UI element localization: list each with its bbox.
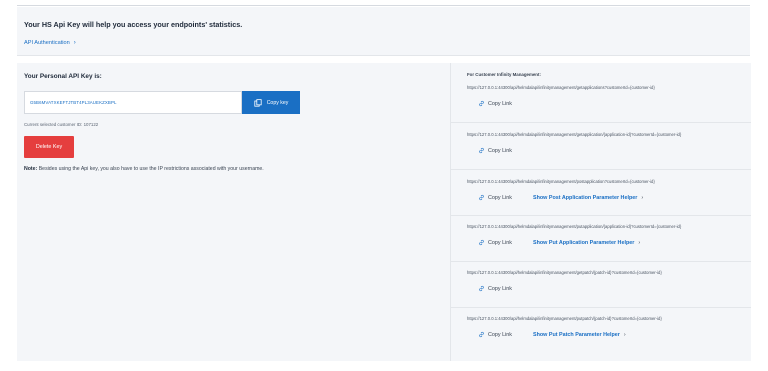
customer-id-value: 107122	[83, 122, 99, 127]
copy-link-button[interactable]: Copy Link	[478, 285, 512, 292]
copy-link-label: Copy Link	[488, 239, 512, 246]
endpoint-url: https://127.0.0.1:44300/api/helmdalapi/i…	[467, 270, 662, 275]
endpoint-item: https://127.0.0.1:44300/api/helmdalapi/i…	[451, 307, 751, 353]
api-key-heading: Your Personal API Key is:	[24, 73, 102, 80]
post-application-helper-link[interactable]: Show Post Application Parameter Helper ›	[533, 195, 643, 201]
copy-key-label: Copy key	[266, 99, 289, 106]
endpoint-item: https://127.0.0.1:44300/api/helmdalapi/i…	[451, 215, 751, 261]
chevron-right-icon: ›	[638, 239, 641, 246]
endpoint-url: https://127.0.0.1:44300/api/helmdalapi/i…	[467, 316, 662, 321]
api-authentication-label: API Authentication	[24, 40, 70, 46]
endpoint-url: https://127.0.0.1:44300/api/helmdalapi/i…	[467, 85, 655, 90]
endpoint-url: https://127.0.0.1:44300/api/helmdalapi/i…	[467, 132, 682, 137]
copy-link-label: Copy Link	[488, 331, 512, 338]
put-application-helper-link[interactable]: Show Put Application Parameter Helper ›	[533, 240, 640, 246]
page-title: Your HS Api Key will help you access you…	[24, 20, 243, 29]
copy-link-label: Copy Link	[488, 194, 512, 201]
endpoints-panel: For Customer Infinity Management: https:…	[450, 63, 751, 361]
helper-label: Show Put Patch Parameter Helper	[532, 331, 620, 338]
note-text: Note: Besides using the Api key, you als…	[24, 166, 264, 172]
helper-label: Show Put Application Parameter Helper	[532, 239, 635, 246]
chevron-right-icon: ›	[73, 40, 76, 46]
link-icon	[479, 147, 484, 154]
copy-link-button[interactable]: Copy Link	[478, 239, 512, 246]
chevron-right-icon: ›	[641, 194, 644, 201]
api-key-value: G5B6MVATXKEFTJTBT4PL3AUEKZXBPL	[30, 100, 117, 105]
link-icon	[479, 239, 484, 246]
copy-link-button[interactable]: Copy Link	[478, 194, 512, 201]
copy-link-button[interactable]: Copy Link	[478, 100, 512, 107]
endpoint-item: https://127.0.0.1:44300/api/helmdalapi/i…	[451, 123, 751, 169]
api-authentication-link[interactable]: API Authentication ›	[24, 40, 76, 46]
helper-label: Show Post Application Parameter Helper	[532, 194, 638, 201]
copy-link-label: Copy Link	[488, 100, 512, 107]
link-icon	[479, 194, 484, 201]
chevron-right-icon: ›	[623, 331, 626, 338]
copy-icon	[254, 98, 262, 107]
copy-key-button[interactable]: Copy key	[242, 91, 300, 114]
api-key-panel: Your Personal API Key is: G5B6MVATXKEFTJ…	[17, 63, 450, 361]
copy-link-button[interactable]: Copy Link	[478, 147, 512, 154]
note-body: Besides using the Api key, you also have…	[38, 166, 264, 172]
link-icon	[479, 285, 484, 292]
note-label: Note:	[24, 166, 38, 172]
put-patch-helper-link[interactable]: Show Put Patch Parameter Helper ›	[533, 332, 626, 338]
customer-id-line: Current selected customer ID: 107122	[24, 122, 98, 127]
copy-link-label: Copy Link	[488, 147, 512, 154]
link-icon	[479, 100, 484, 107]
api-key-field[interactable]: G5B6MVATXKEFTJTBT4PL3AUEKZXBPL	[24, 91, 242, 114]
api-key-page: Your HS Api Key will help you access you…	[17, 5, 751, 361]
endpoint-item: https://127.0.0.1:44300/api/helmdalapi/i…	[451, 170, 751, 216]
copy-link-label: Copy Link	[488, 285, 512, 292]
delete-key-button[interactable]: Delete Key	[24, 136, 74, 158]
customer-id-label: Current selected customer ID:	[24, 122, 83, 127]
endpoint-url: https://127.0.0.1:44300/api/helmdalapi/i…	[467, 224, 682, 229]
header-section: Your HS Api Key will help you access you…	[17, 7, 750, 56]
copy-link-button[interactable]: Copy Link	[478, 331, 512, 338]
link-icon	[479, 331, 484, 338]
endpoint-item: https://127.0.0.1:44300/api/helmdalapi/i…	[451, 261, 751, 307]
endpoint-url: https://127.0.0.1:44300/api/helmdalapi/i…	[467, 179, 655, 184]
top-divider	[17, 5, 750, 6]
endpoint-item: https://127.0.0.1:44300/api/helmdalapi/i…	[451, 76, 751, 122]
